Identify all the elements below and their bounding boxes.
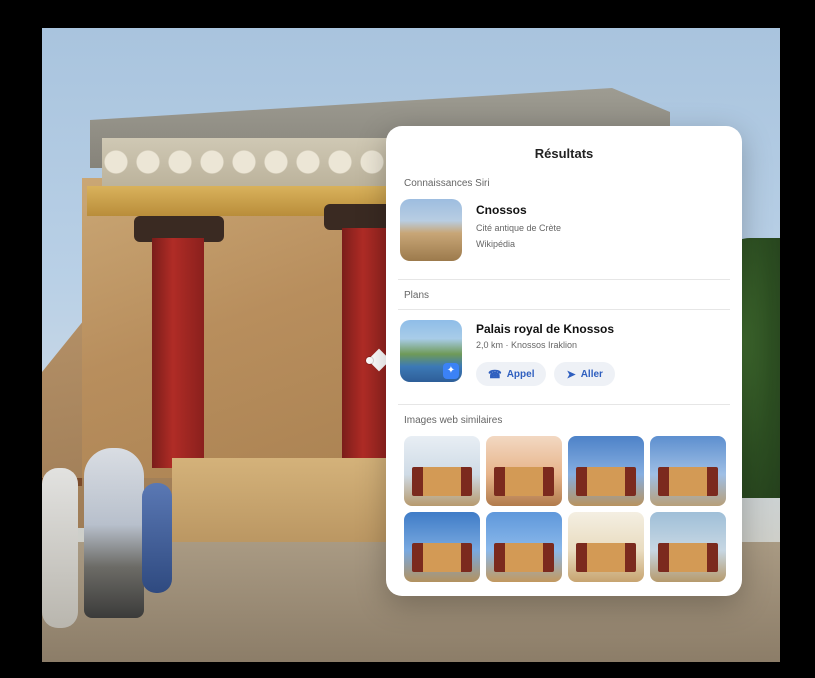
divider	[398, 279, 730, 280]
panel-title: Résultats	[534, 146, 594, 161]
red-column	[152, 238, 204, 468]
results-popover: Résultats Connaissances Siri Cnossos Cit…	[386, 126, 742, 596]
phone-icon: ☎	[488, 368, 502, 381]
call-button[interactable]: ☎ Appel	[476, 362, 547, 386]
navigation-icon: ➤	[566, 368, 576, 381]
divider	[398, 404, 730, 405]
similar-image[interactable]	[404, 436, 480, 506]
map-thumbnail: ✦	[400, 320, 462, 382]
person	[42, 468, 78, 628]
maps-badge-icon: ✦	[443, 363, 459, 379]
knowledge-title: Cnossos	[476, 203, 527, 217]
go-button[interactable]: ➤ Aller	[554, 362, 615, 386]
section-label-knowledge: Connaissances Siri	[404, 178, 490, 189]
person	[84, 448, 144, 618]
similar-image[interactable]	[568, 436, 644, 506]
knowledge-source: Wikipédia	[476, 239, 516, 249]
go-label: Aller	[580, 368, 603, 380]
similar-image[interactable]	[568, 512, 644, 582]
knowledge-result[interactable]: Cnossos Cité antique de Crète Wikipédia	[386, 199, 742, 261]
maps-result[interactable]: ✦ Palais royal de Knossos 2,0 km · Knoss…	[386, 320, 742, 386]
similar-images-grid	[386, 436, 742, 582]
visual-lookup-dot[interactable]	[366, 357, 373, 364]
similar-image[interactable]	[404, 512, 480, 582]
section-label-similar: Images web similaires	[404, 415, 503, 426]
similar-image[interactable]	[650, 436, 726, 506]
maps-title: Palais royal de Knossos	[476, 322, 615, 336]
divider	[398, 309, 730, 310]
section-label-maps: Plans	[404, 290, 430, 301]
knossos-thumbnail	[400, 199, 462, 261]
similar-image[interactable]	[486, 512, 562, 582]
knowledge-subtitle: Cité antique de Crète	[476, 223, 562, 233]
maps-subtitle: 2,0 km · Knossos Iraklion	[476, 340, 578, 350]
person	[142, 483, 172, 593]
similar-image[interactable]	[486, 436, 562, 506]
call-label: Appel	[506, 368, 535, 380]
similar-image[interactable]	[650, 512, 726, 582]
